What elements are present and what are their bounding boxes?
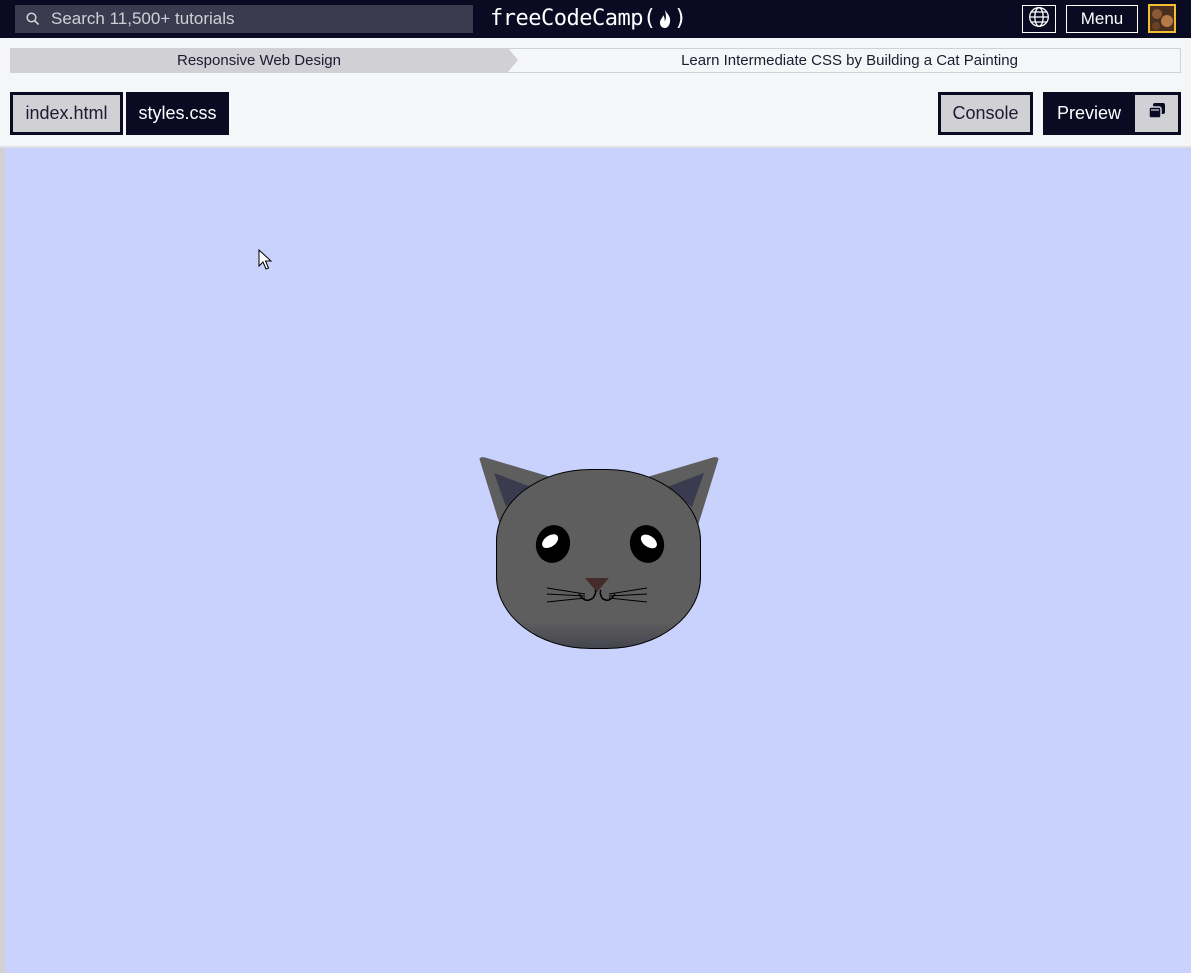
preview-button[interactable]: Preview: [1043, 92, 1135, 135]
search-input[interactable]: Search 11,500+ tutorials: [51, 9, 235, 29]
cat-right-eye: [625, 521, 669, 567]
flame-icon: [658, 8, 672, 30]
preview-pane: [5, 148, 1191, 973]
freecodecamp-logo[interactable]: freeCodeCamp( ): [490, 4, 687, 34]
cat-left-eye: [531, 521, 575, 567]
cat-left-eye-highlight: [539, 531, 561, 551]
breadcrumb-block[interactable]: Learn Intermediate CSS by Building a Cat…: [519, 48, 1180, 73]
popout-window-icon: [1147, 102, 1166, 125]
tab-styles-css[interactable]: styles.css: [126, 92, 229, 135]
breadcrumb-arrow: [508, 48, 518, 72]
cat-head: [496, 469, 701, 649]
cat-nose-and-whiskers: [547, 578, 647, 603]
cat-painting: [479, 457, 719, 652]
logo-text-right: ): [673, 6, 687, 31]
search-icon: [15, 5, 51, 33]
avatar[interactable]: [1148, 4, 1176, 33]
tab-index-html[interactable]: index.html: [10, 92, 123, 135]
logo-text-left: freeCodeCamp(: [490, 6, 656, 31]
breadcrumb: Responsive Web Design Learn Intermediate…: [10, 48, 1181, 73]
mouse-cursor-icon: [258, 248, 273, 276]
top-nav: Search 11,500+ tutorials freeCodeCamp( )…: [0, 0, 1191, 38]
popout-preview-button[interactable]: [1135, 95, 1178, 132]
search-bar[interactable]: Search 11,500+ tutorials: [15, 5, 473, 33]
console-button[interactable]: Console: [938, 92, 1033, 135]
breadcrumb-superblock[interactable]: Responsive Web Design: [10, 48, 508, 73]
cat-right-eye-highlight: [638, 531, 660, 552]
globe-icon: [1028, 6, 1050, 33]
cat-nose: [585, 578, 609, 592]
menu-button[interactable]: Menu: [1066, 5, 1138, 33]
language-button[interactable]: [1022, 5, 1056, 33]
preview-button-group: Preview: [1043, 92, 1181, 135]
